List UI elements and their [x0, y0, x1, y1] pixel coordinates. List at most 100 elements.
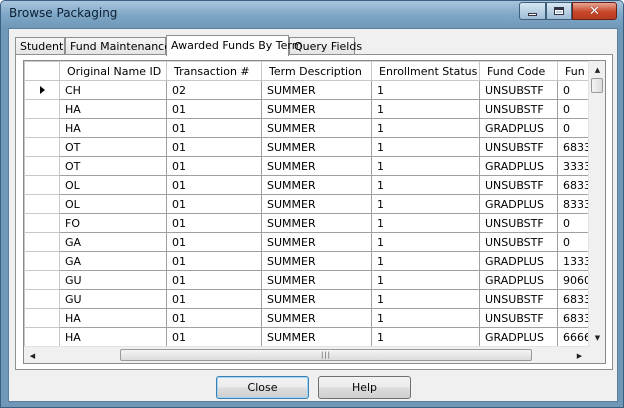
table-cell[interactable]: 1	[371, 137, 480, 157]
table-cell[interactable]: UNSUBSTF	[479, 289, 558, 309]
table-cell[interactable]: SUMMER	[261, 232, 372, 252]
table-cell[interactable]: GA	[59, 232, 167, 252]
column-header-fund-code[interactable]: Fund Code	[479, 61, 558, 81]
table-cell[interactable]: SUMMER	[261, 270, 372, 290]
table-cell[interactable]: 01	[166, 270, 262, 290]
table-cell[interactable]: 1	[371, 213, 480, 233]
row-header[interactable]	[24, 80, 60, 100]
table-row[interactable]: GA 01 SUMMER 1 UNSUBSTF 0	[24, 232, 598, 252]
vertical-scrollbar[interactable]: ▲ ▼	[588, 61, 605, 346]
table-cell[interactable]: SUMMER	[261, 99, 372, 119]
column-header-enrollment-status[interactable]: Enrollment Status	[371, 61, 480, 81]
table-cell[interactable]: 1	[371, 308, 480, 328]
table-cell[interactable]: GU	[59, 270, 167, 290]
table-cell[interactable]: GRADPLUS	[479, 118, 558, 138]
table-cell[interactable]: UNSUBSTF	[479, 137, 558, 157]
table-cell[interactable]: 02	[166, 80, 262, 100]
table-cell[interactable]: CH	[59, 80, 167, 100]
table-cell[interactable]: 01	[166, 232, 262, 252]
table-cell[interactable]: 01	[166, 289, 262, 309]
row-header[interactable]	[24, 213, 60, 233]
table-cell[interactable]: 1	[371, 251, 480, 271]
table-cell[interactable]: UNSUBSTF	[479, 175, 558, 195]
table-cell[interactable]: 1	[371, 118, 480, 138]
table-cell[interactable]: UNSUBSTF	[479, 232, 558, 252]
table-cell[interactable]: GRADPLUS	[479, 194, 558, 214]
table-cell[interactable]: GA	[59, 251, 167, 271]
table-row[interactable]: OT 01 SUMMER 1 GRADPLUS 3333	[24, 156, 598, 176]
table-row[interactable]: CH 02 SUMMER 1 UNSUBSTF 0	[24, 80, 598, 100]
scroll-up-icon[interactable]: ▲	[589, 61, 605, 78]
table-row[interactable]: HA 01 SUMMER 1 GRADPLUS 0	[24, 118, 598, 138]
horizontal-scrollbar[interactable]: ◀ ||| ▶	[24, 346, 588, 363]
table-cell[interactable]: SUMMER	[261, 251, 372, 271]
table-cell[interactable]: OT	[59, 137, 167, 157]
table-cell[interactable]: SUMMER	[261, 175, 372, 195]
table-cell[interactable]: 01	[166, 213, 262, 233]
table-cell[interactable]: 1	[371, 194, 480, 214]
table-row[interactable]: HA 01 SUMMER 1 GRADPLUS 6666	[24, 327, 598, 347]
table-cell[interactable]: SUMMER	[261, 156, 372, 176]
row-header[interactable]	[24, 194, 60, 214]
table-cell[interactable]: SUMMER	[261, 327, 372, 347]
table-row[interactable]: GU 01 SUMMER 1 UNSUBSTF 6833	[24, 289, 598, 309]
tab-fund-maintenance[interactable]: Fund Maintenance	[65, 37, 171, 55]
table-cell[interactable]: 1	[371, 80, 480, 100]
row-header[interactable]	[24, 156, 60, 176]
table-cell[interactable]: GRADPLUS	[479, 156, 558, 176]
table-cell[interactable]: 01	[166, 118, 262, 138]
table-cell[interactable]: 01	[166, 308, 262, 328]
tab-student[interactable]: Student	[15, 37, 65, 55]
row-header[interactable]	[24, 99, 60, 119]
row-header[interactable]	[24, 251, 60, 271]
table-cell[interactable]: SUMMER	[261, 194, 372, 214]
table-cell[interactable]: 01	[166, 137, 262, 157]
table-cell[interactable]: SUMMER	[261, 289, 372, 309]
column-header-original-name-id[interactable]: Original Name ID	[59, 61, 167, 81]
maximize-button[interactable]	[546, 2, 572, 20]
table-cell[interactable]: HA	[59, 99, 167, 119]
table-cell[interactable]: 01	[166, 194, 262, 214]
table-row[interactable]: OL 01 SUMMER 1 UNSUBSTF 6833	[24, 175, 598, 195]
table-cell[interactable]: 1	[371, 156, 480, 176]
minimize-button[interactable]	[519, 2, 546, 20]
table-cell[interactable]: UNSUBSTF	[479, 213, 558, 233]
table-cell[interactable]: OL	[59, 194, 167, 214]
table-cell[interactable]: 1	[371, 99, 480, 119]
horizontal-scroll-thumb[interactable]: |||	[120, 349, 532, 361]
table-cell[interactable]: UNSUBSTF	[479, 308, 558, 328]
table-cell[interactable]: OL	[59, 175, 167, 195]
help-button[interactable]: Help	[318, 376, 411, 399]
row-header[interactable]	[24, 175, 60, 195]
table-cell[interactable]: HA	[59, 118, 167, 138]
row-header-corner[interactable]	[24, 61, 60, 81]
awarded-funds-grid[interactable]: Original Name ID Transaction # Term Desc…	[23, 60, 606, 364]
vertical-scroll-thumb[interactable]	[591, 78, 603, 93]
table-cell[interactable]: 1	[371, 270, 480, 290]
table-row[interactable]: OL 01 SUMMER 1 GRADPLUS 8333	[24, 194, 598, 214]
table-cell[interactable]: 1	[371, 232, 480, 252]
table-cell[interactable]: FO	[59, 213, 167, 233]
scroll-left-icon[interactable]: ◀	[24, 347, 41, 363]
table-cell[interactable]: 1	[371, 327, 480, 347]
table-cell[interactable]: 01	[166, 175, 262, 195]
table-row[interactable]: HA 01 SUMMER 1 UNSUBSTF 0	[24, 99, 598, 119]
tab-awarded-funds-by-term[interactable]: Awarded Funds By Term	[166, 35, 302, 56]
table-row[interactable]: HA 01 SUMMER 1 UNSUBSTF 6833	[24, 308, 598, 328]
row-header[interactable]	[24, 232, 60, 252]
table-cell[interactable]: GRADPLUS	[479, 270, 558, 290]
row-header[interactable]	[24, 289, 60, 309]
table-cell[interactable]: SUMMER	[261, 213, 372, 233]
close-button[interactable]: Close	[216, 376, 309, 399]
table-cell[interactable]: SUMMER	[261, 308, 372, 328]
title-bar[interactable]: Browse Packaging ✕	[1, 1, 623, 27]
row-header[interactable]	[24, 137, 60, 157]
table-row[interactable]: GA 01 SUMMER 1 GRADPLUS 1333	[24, 251, 598, 271]
table-row[interactable]: OT 01 SUMMER 1 UNSUBSTF 6833	[24, 137, 598, 157]
column-header-term-description[interactable]: Term Description	[261, 61, 372, 81]
scroll-down-icon[interactable]: ▼	[589, 329, 605, 346]
table-cell[interactable]: UNSUBSTF	[479, 80, 558, 100]
row-header[interactable]	[24, 308, 60, 328]
table-cell[interactable]: HA	[59, 308, 167, 328]
row-header[interactable]	[24, 270, 60, 290]
